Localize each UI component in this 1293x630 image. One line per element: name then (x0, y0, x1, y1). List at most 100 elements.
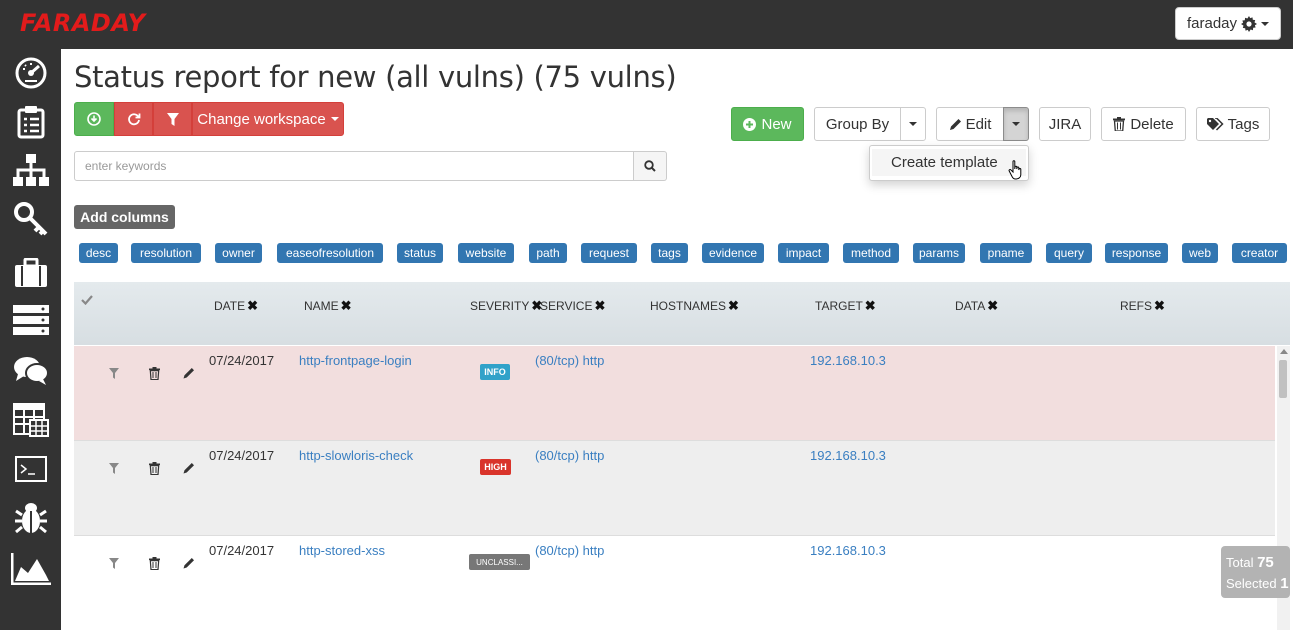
table-row[interactable]: 07/24/2017 http-frontpage-login INFO (80… (74, 346, 1275, 441)
delete-label: Delete (1130, 115, 1174, 133)
pencil-icon[interactable] (182, 461, 196, 475)
column-chip-response[interactable]: response (1105, 243, 1168, 263)
edit-dropdown-toggle[interactable] (1003, 107, 1029, 141)
column-chip-pname[interactable]: pname (980, 243, 1032, 263)
filter-icon[interactable] (107, 556, 121, 570)
scroll-thumb[interactable] (1279, 360, 1287, 398)
target-link[interactable]: 192.168.10.3 (810, 353, 886, 368)
remove-column-icon[interactable]: ✖ (728, 298, 739, 314)
briefcase-icon[interactable] (10, 253, 52, 293)
terminal-icon[interactable] (10, 449, 52, 489)
selected-count: Selected 1 (1226, 573, 1290, 594)
table-icon[interactable] (10, 400, 52, 440)
jira-button[interactable]: JIRA (1039, 107, 1091, 141)
faraday-logo[interactable]: FARADAY (20, 9, 146, 37)
remove-column-icon[interactable]: ✖ (865, 298, 876, 314)
remove-column-icon[interactable]: ✖ (247, 298, 258, 314)
scroll-up-icon[interactable] (1280, 349, 1288, 354)
vuln-name-link[interactable]: http-frontpage-login (299, 353, 412, 368)
column-chip-status[interactable]: status (397, 243, 443, 263)
pencil-icon[interactable] (182, 366, 196, 380)
column-chip-creator[interactable]: creator (1232, 243, 1287, 263)
column-header-refs[interactable]: REFS ✖ (1120, 298, 1165, 314)
column-chip-website[interactable]: website (458, 243, 514, 263)
delete-button[interactable]: Delete (1101, 107, 1186, 141)
key-icon[interactable] (10, 199, 52, 239)
target-link[interactable]: 192.168.10.3 (810, 543, 886, 558)
top-bar: FARADAY faraday (0, 0, 1293, 49)
hand-cursor-icon (1008, 160, 1022, 180)
service-link[interactable]: (80/tcp) http (535, 353, 604, 368)
column-chip-path[interactable]: path (529, 243, 567, 263)
remove-column-icon[interactable]: ✖ (987, 298, 998, 314)
column-header-severity[interactable]: SEVERITY ✖ (470, 298, 542, 314)
servers-icon[interactable] (10, 300, 52, 340)
column-chip-method[interactable]: method (843, 243, 899, 263)
hierarchy-icon[interactable] (10, 150, 52, 190)
column-header-label: NAME (304, 299, 339, 313)
clipboard-icon[interactable] (10, 102, 52, 142)
search-input[interactable] (74, 151, 634, 181)
search-button[interactable] (634, 151, 667, 181)
remove-column-icon[interactable]: ✖ (1154, 298, 1165, 314)
column-chip-desc[interactable]: desc (79, 243, 118, 263)
group-by-button[interactable]: Group By (814, 107, 901, 141)
vuln-name-link[interactable]: http-stored-xss (299, 543, 385, 558)
column-header-data[interactable]: DATA ✖ (955, 298, 998, 314)
trash-icon[interactable] (147, 461, 161, 475)
column-header-target[interactable]: TARGET ✖ (815, 298, 876, 314)
filter-button[interactable] (153, 102, 192, 136)
service-link[interactable]: (80/tcp) http (535, 448, 604, 463)
vuln-name-link[interactable]: http-slowloris-check (299, 448, 413, 463)
edit-button[interactable]: Edit (936, 107, 1004, 141)
select-all-check-icon[interactable] (81, 295, 93, 305)
tags-label: Tags (1227, 115, 1260, 133)
column-header-service[interactable]: SERVICE ✖ (540, 298, 605, 314)
column-chip-tags[interactable]: tags (651, 243, 688, 263)
plus-circle-icon (743, 117, 757, 131)
trash-icon[interactable] (147, 366, 161, 380)
table-row[interactable]: 07/24/2017 http-stored-xss UNCLASSI... (… (74, 536, 1275, 630)
download-button[interactable] (74, 102, 114, 136)
download-icon (87, 112, 101, 126)
total-label: Total (1226, 555, 1254, 570)
column-chip-evidence[interactable]: evidence (702, 243, 764, 263)
add-columns-button[interactable]: Add columns (74, 205, 175, 229)
column-chip-easeofresolution[interactable]: easeofresolution (277, 243, 383, 263)
column-header-label: HOSTNAMES (650, 299, 727, 313)
gear-icon (1241, 15, 1258, 32)
column-chip-resolution[interactable]: resolution (131, 243, 201, 263)
user-menu-button[interactable]: faraday (1175, 7, 1281, 40)
filter-icon[interactable] (107, 461, 121, 475)
column-chip-request[interactable]: request (581, 243, 637, 263)
column-chip-query[interactable]: query (1046, 243, 1092, 263)
table-row[interactable]: 07/24/2017 http-slowloris-check HIGH (80… (74, 441, 1275, 536)
group-by-label: Group By (825, 115, 890, 133)
trash-icon[interactable] (147, 556, 161, 570)
create-template-menu-item[interactable]: Create template (872, 149, 1026, 176)
pencil-icon[interactable] (182, 556, 196, 570)
chart-icon[interactable] (10, 549, 52, 589)
refresh-button[interactable] (114, 102, 153, 136)
change-workspace-button[interactable]: Change workspace (192, 102, 344, 136)
target-link[interactable]: 192.168.10.3 (810, 448, 886, 463)
comments-icon[interactable] (10, 351, 52, 391)
column-chip-web[interactable]: web (1182, 243, 1218, 263)
column-chip-params[interactable]: params (913, 243, 965, 263)
column-header-name[interactable]: NAME ✖ (304, 298, 352, 314)
column-chip-impact[interactable]: impact (778, 243, 829, 263)
dashboard-icon[interactable] (10, 53, 52, 93)
group-by-dropdown-toggle[interactable] (900, 107, 926, 141)
service-link[interactable]: (80/tcp) http (535, 543, 604, 558)
column-header-date[interactable]: DATE ✖ (214, 298, 258, 314)
chevron-down-icon (909, 122, 917, 126)
bug-icon[interactable] (10, 498, 52, 538)
remove-column-icon[interactable]: ✖ (341, 298, 352, 314)
tags-button[interactable]: Tags (1196, 107, 1270, 141)
severity-badge: HIGH (480, 459, 511, 475)
column-chip-owner[interactable]: owner (215, 243, 262, 263)
remove-column-icon[interactable]: ✖ (594, 298, 605, 314)
column-header-hostnames[interactable]: HOSTNAMES ✖ (650, 298, 739, 314)
new-button[interactable]: New (731, 107, 804, 141)
filter-icon[interactable] (107, 366, 121, 380)
